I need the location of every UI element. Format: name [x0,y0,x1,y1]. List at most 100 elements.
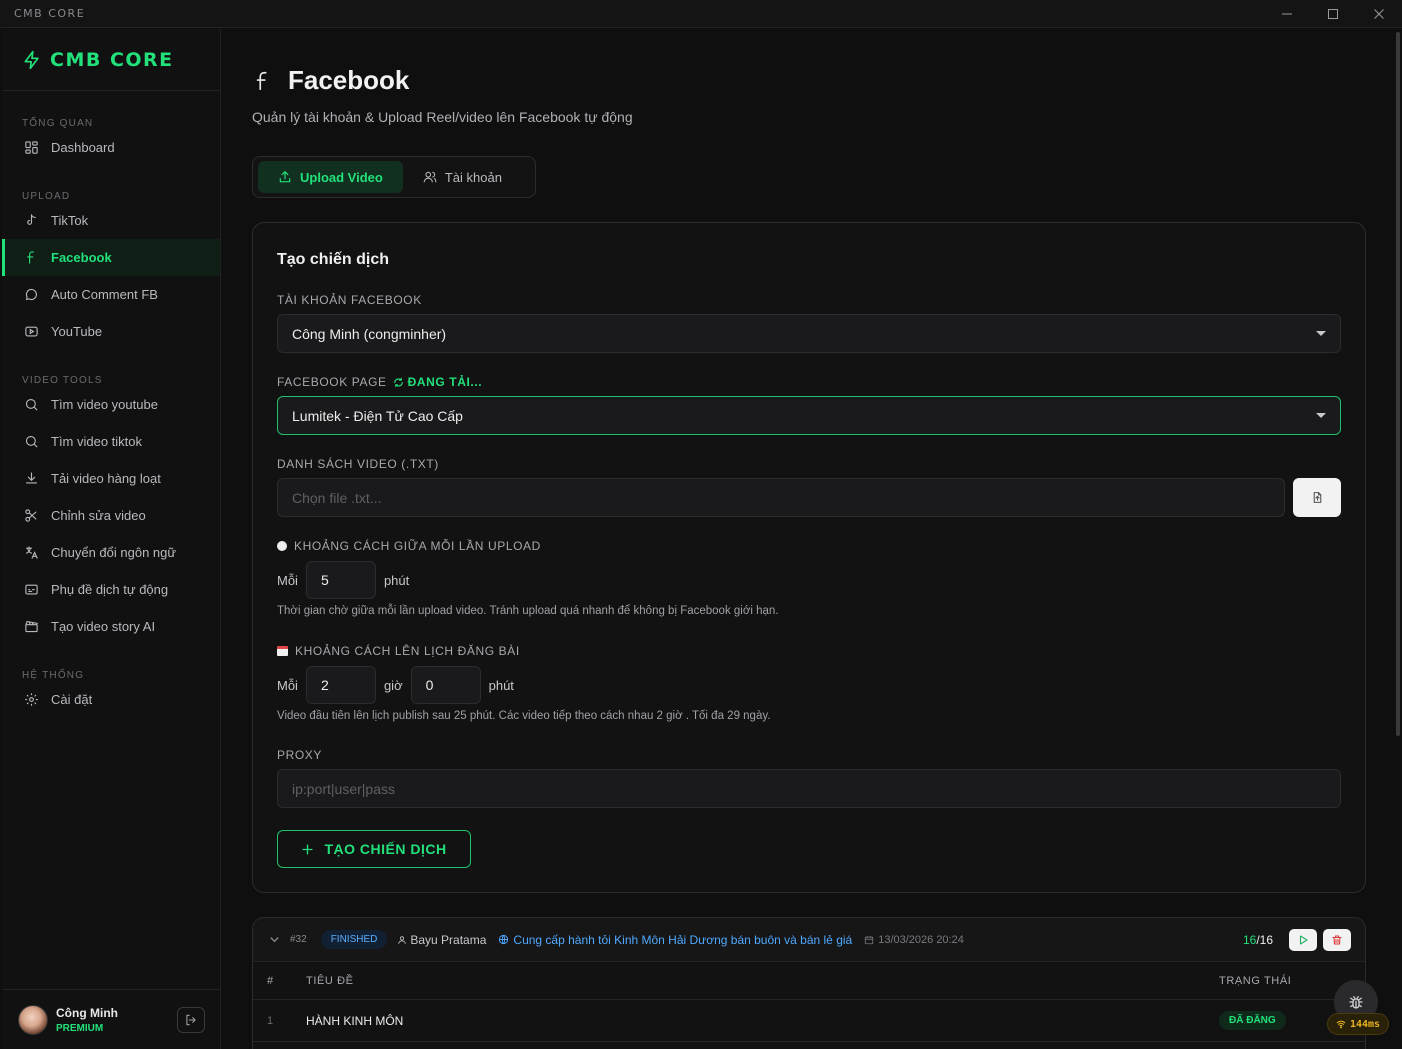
stopwatch-icon [277,541,287,551]
tab-upload-video[interactable]: Upload Video [258,161,403,193]
video-list-placeholder: Chọn file .txt... [292,489,382,506]
minimize-button[interactable] [1264,0,1310,28]
interval-minutes-input[interactable]: 5 [305,561,376,599]
calendar-icon [865,935,874,944]
sidebar-item-translate[interactable]: Chuyển đổi ngôn ngữ [2,534,220,571]
sidebar-item-label: Chuyển đổi ngôn ngữ [51,545,177,560]
sidebar-item-find-youtube[interactable]: Tìm video youtube [2,386,220,423]
dashboard-icon [25,141,38,154]
sidebar-item-label: Tìm video tiktok [51,434,143,449]
column-header-title: TIÊU ĐỀ [306,974,354,987]
column-header-status: TRẠNG THÁI [1219,974,1292,987]
campaign-page[interactable]: Cung cấp hành tỏi Kinh Môn Hải Dương bán… [498,933,852,947]
lightning-icon [24,50,39,69]
tab-bar: Upload Video Tài khoản [252,156,536,198]
close-button[interactable] [1356,0,1402,28]
file-upload-icon [1313,492,1321,503]
nav-section-overview: TỔNG QUAN [22,118,94,129]
user-profile: Công Minh PREMIUM [2,989,221,1049]
ping-value: 144ms [1349,1018,1381,1030]
logout-button[interactable] [177,1006,205,1033]
user-tier-badge: PREMIUM [56,1022,104,1034]
delete-campaign-button[interactable] [1323,929,1351,951]
campaign-timestamp: 13/03/2026 20:24 [878,933,964,946]
sidebar-item-label: Cài đặt [51,692,93,707]
create-campaign-button[interactable]: TẠO CHIẾN DỊCH [277,830,471,868]
chevron-down-icon [1316,413,1326,418]
account-select[interactable]: Công Minh (congminher) [277,314,1341,353]
ping-badge: 144ms [1327,1013,1389,1035]
scissors-icon [25,509,37,522]
facebook-icon [27,251,34,264]
avatar[interactable] [18,1004,48,1035]
sidebar-item-tiktok[interactable]: TikTok [2,202,220,239]
schedule-minutes-input[interactable]: 0 [410,666,481,704]
maximize-icon [1328,9,1338,19]
upload-icon [279,170,291,183]
subtitles-icon [25,584,38,595]
interval-row: Mỗi 5 phút [277,561,409,599]
window-title: CMB CORE [14,7,86,20]
sidebar-item-label: Facebook [51,250,112,265]
sidebar-item-label: YouTube [51,324,103,339]
play-icon [1299,935,1308,945]
page-header: Facebook [252,65,409,96]
schedule-hours-input[interactable]: 2 [305,666,376,704]
run-campaign-button[interactable] [1289,929,1317,951]
sidebar-item-facebook[interactable]: Facebook [2,239,220,276]
video-list-label: DANH SÁCH VIDEO (.TXT) [277,457,439,471]
globe-icon [499,934,509,945]
video-list-input[interactable]: Chọn file .txt... [277,478,1285,517]
status-badge: FINISHED [320,930,388,949]
title-bar: CMB CORE [0,0,1402,28]
interval-label: KHOẢNG CÁCH GIỮA MỖI LẦN UPLOAD [294,539,541,553]
page-subtitle: Quản lý tài khoản & Upload Reel/video lê… [252,109,633,125]
sidebar-item-label: TikTok [51,213,89,228]
proxy-label: PROXY [277,748,323,762]
campaign-header[interactable]: #32 FINISHED Bayu Pratama Cung cấp hành … [253,918,1365,962]
row-title: HÀNH KINH MÔN [306,1013,404,1028]
calendar-icon [277,646,288,656]
table-row[interactable]: 1 HÀNH KINH MÔN ĐÃ ĐĂNG [253,1000,1365,1042]
sidebar-item-dashboard[interactable]: Dashboard [2,129,220,166]
sidebar-item-story-ai[interactable]: Tạo video story AI [2,608,220,645]
proxy-placeholder: ip:port|user|pass [292,780,395,797]
sidebar-item-label: Tìm video youtube [51,397,158,412]
card-title: Tạo chiến dịch [277,251,390,268]
sidebar-item-label: Dashboard [51,140,115,155]
sidebar-item-auto-comment-fb[interactable]: Auto Comment FB [2,276,220,313]
tab-label: Tài khoản [444,169,502,185]
proxy-input[interactable]: ip:port|user|pass [277,769,1341,808]
sidebar-item-edit-video[interactable]: Chỉnh sửa video [2,497,220,534]
close-icon [1374,9,1384,19]
brand[interactable]: CMB CORE [2,29,220,91]
facebook-page-select[interactable]: Lumitek - Điện Tử Cao Cấp [277,396,1341,435]
sidebar-item-label: Auto Comment FB [51,287,158,302]
maximize-button[interactable] [1310,0,1356,28]
interval-prefix: Mỗi [277,572,298,588]
translate-icon [25,546,38,559]
choose-file-button[interactable] [1293,478,1341,517]
row-number: 1 [267,1014,274,1027]
sidebar-item-label: Phụ đề dịch tự động [51,582,169,597]
page-title: Facebook [288,65,410,95]
main-content: Facebook Quản lý tài khoản & Upload Reel… [222,29,1394,1049]
tab-label: Upload Video [300,169,383,185]
scrollbar[interactable] [1396,32,1400,736]
sidebar-item-bulk-download[interactable]: Tải video hàng loạt [2,460,220,497]
schedule-label-row: KHOẢNG CÁCH LÊN LỊCH ĐĂNG BÀI [277,644,520,658]
create-campaign-label: TẠO CHIẾN DỊCH [324,841,447,857]
schedule-hint: Video đầu tiên lên lịch publish sau 25 p… [277,710,771,722]
campaign-panel: #32 FINISHED Bayu Pratama Cung cấp hành … [252,917,1366,1049]
refresh-icon [393,377,403,387]
sidebar-item-youtube[interactable]: YouTube [2,313,220,350]
sidebar-item-find-tiktok[interactable]: Tìm video tiktok [2,423,220,460]
logout-icon [186,1014,196,1025]
sidebar-item-settings[interactable]: Cài đặt [2,681,220,718]
account-select-value: Công Minh (congminher) [292,325,447,342]
tab-accounts[interactable]: Tài khoản [403,161,522,193]
user-icon [398,935,407,944]
page-select-value: Lumitek - Điện Tử Cao Cấp [292,407,463,424]
sidebar-item-subtitles[interactable]: Phụ đề dịch tự động [2,571,220,608]
campaign-time: 13/03/2026 20:24 [864,934,964,946]
